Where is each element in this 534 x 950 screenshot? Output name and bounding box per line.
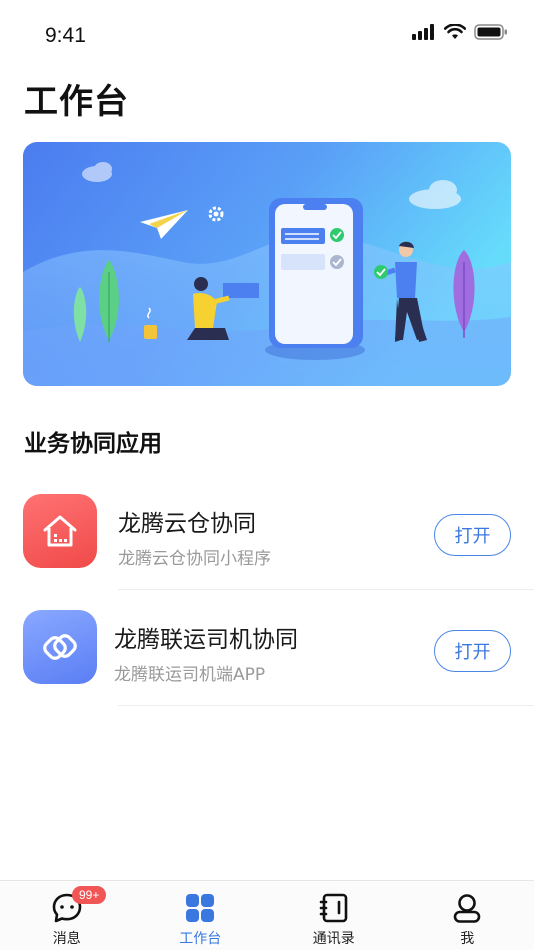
app-item-warehouse[interactable]: 龙腾云仓协同 龙腾云仓协同小程序 打开 [0, 474, 534, 590]
app-name: 龙腾联运司机协同 [114, 627, 298, 653]
wifi-icon [444, 24, 466, 39]
battery-icon [474, 24, 507, 40]
status-time: 9:41 [45, 24, 86, 47]
divider [118, 705, 534, 706]
link-icon [23, 610, 97, 684]
tab-workbench[interactable]: 工作台 [134, 881, 268, 950]
page-title: 工作台 [24, 82, 129, 122]
open-button[interactable]: 打开 [434, 514, 511, 556]
banner-artwork [23, 142, 511, 386]
app-description: 龙腾联运司机端APP [114, 665, 266, 685]
unread-badge: 99+ [72, 886, 107, 904]
warehouse-house-icon [23, 494, 97, 568]
contacts-book-icon [317, 891, 351, 925]
status-bar: 9:41 [0, 0, 534, 70]
tab-label: 消息 [52, 931, 81, 947]
tab-bar: 99+ 消息 工作台 通讯录 我 [0, 880, 534, 950]
grid-apps-icon [183, 891, 217, 925]
app-name: 龙腾云仓协同 [118, 511, 256, 537]
app-description: 龙腾云仓协同小程序 [118, 549, 271, 569]
open-button[interactable]: 打开 [434, 630, 511, 672]
tab-label: 工作台 [179, 931, 222, 947]
tab-me[interactable]: 我 [401, 881, 534, 950]
tab-contacts[interactable]: 通讯录 [267, 881, 401, 950]
section-title: 业务协同应用 [24, 431, 162, 457]
tab-label: 通讯录 [312, 931, 355, 947]
status-icons [412, 24, 508, 40]
profile-icon [450, 891, 484, 925]
tab-label: 我 [460, 931, 475, 947]
app-item-driver[interactable]: 龙腾联运司机协同 龙腾联运司机端APP 打开 [0, 590, 534, 706]
tab-messages[interactable]: 99+ 消息 [0, 881, 134, 950]
banner-illustration[interactable] [23, 142, 511, 386]
signal-icon [412, 24, 434, 40]
